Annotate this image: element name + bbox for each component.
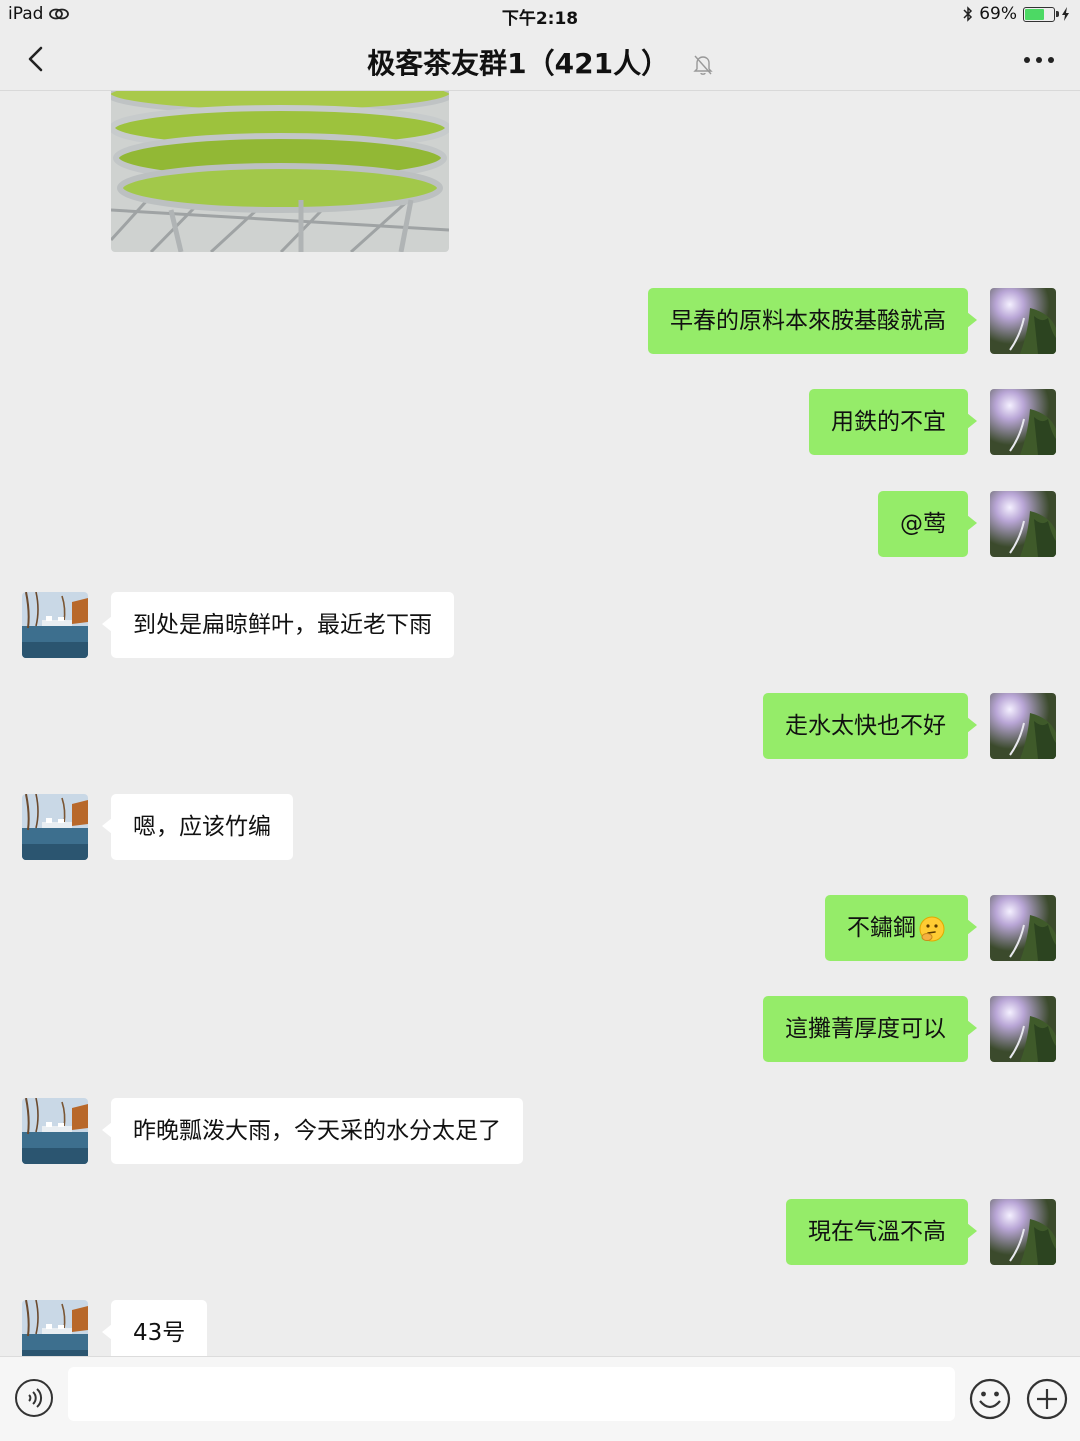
message-row: @莺: [0, 491, 1080, 557]
message-row: 不鏽鋼: [0, 895, 1080, 961]
more-actions-plus-icon[interactable]: [1025, 1377, 1069, 1421]
self-avatar[interactable]: [990, 895, 1056, 961]
sent-message-bubble[interactable]: 現在气溫不高: [786, 1199, 977, 1265]
charging-icon: [1062, 7, 1069, 21]
member-avatar[interactable]: [22, 1300, 88, 1356]
status-time: 下午2:18: [501, 9, 579, 29]
image-message-tea-racks[interactable]: [111, 91, 449, 252]
message-row: 用鉄的不宜: [0, 389, 1080, 455]
self-avatar[interactable]: [990, 996, 1056, 1062]
sent-message-bubble[interactable]: 不鏽鋼: [825, 895, 977, 961]
status-right: 69%: [963, 4, 1070, 24]
message-row: 到处是扁晾鲜叶，最近老下雨: [0, 592, 1080, 658]
battery-level: [1025, 8, 1044, 20]
sent-message-bubble[interactable]: 早春的原料本來胺基酸就高: [648, 288, 977, 354]
more-options-icon[interactable]: [1022, 50, 1056, 70]
message-row: 43号: [0, 1300, 1080, 1356]
battery-icon: [1023, 6, 1059, 22]
mute-bell-icon: [693, 55, 713, 75]
nav-bar: 极客茶友群1（421人）: [0, 30, 1080, 91]
chat-title: 极客茶友群1（421人）: [0, 42, 1080, 82]
received-message-bubble[interactable]: 43号: [101, 1300, 208, 1356]
received-message-bubble[interactable]: 到处是扁晾鲜叶，最近老下雨: [102, 592, 454, 658]
member-avatar[interactable]: [22, 1098, 88, 1164]
member-avatar[interactable]: [22, 592, 88, 658]
battery-percent: 69%: [979, 4, 1017, 24]
self-avatar[interactable]: [990, 389, 1056, 455]
self-avatar[interactable]: [990, 491, 1056, 557]
received-message-bubble[interactable]: 昨晚瓢泼大雨，今天采的水分太足了: [102, 1098, 523, 1164]
message-row: 嗯，应该竹编: [0, 794, 1080, 860]
member-avatar[interactable]: [22, 794, 88, 860]
sent-message-bubble[interactable]: 這攤菁厚度可以: [763, 996, 977, 1062]
sent-message-bubble[interactable]: @莺: [878, 491, 977, 557]
message-row: 走水太快也不好: [0, 693, 1080, 759]
thinking-face-emoji-icon: [919, 916, 945, 941]
chat-input-bar: [0, 1356, 1080, 1441]
message-text: 不鏽鋼: [847, 915, 916, 941]
message-input[interactable]: [68, 1367, 955, 1421]
self-avatar[interactable]: [990, 693, 1056, 759]
message-row: 現在气溫不高: [0, 1199, 1080, 1265]
sent-message-bubble[interactable]: 走水太快也不好: [763, 693, 977, 759]
voice-input-icon[interactable]: [14, 1378, 54, 1418]
emoji-icon[interactable]: [968, 1377, 1012, 1421]
self-avatar[interactable]: [990, 1199, 1056, 1265]
sent-message-bubble[interactable]: 用鉄的不宜: [809, 389, 977, 455]
chat-message-list[interactable]: 早春的原料本來胺基酸就高 用鉄的不宜 @莺 到处是扁晾鲜叶，最近老下雨 走水太快…: [0, 91, 1080, 1356]
chat-title-text: 极客茶友群1（421人）: [367, 47, 670, 80]
tea-drying-rack-image: [111, 91, 449, 252]
bluetooth-icon: [963, 6, 973, 22]
self-avatar[interactable]: [990, 288, 1056, 354]
status-bar: iPad 下午2:18 69%: [0, 0, 1080, 30]
received-message-bubble[interactable]: 嗯，应该竹编: [102, 794, 293, 860]
message-row: 早春的原料本來胺基酸就高: [0, 288, 1080, 354]
message-row: 這攤菁厚度可以: [0, 996, 1080, 1062]
message-row: 昨晚瓢泼大雨，今天采的水分太足了: [0, 1098, 1080, 1164]
